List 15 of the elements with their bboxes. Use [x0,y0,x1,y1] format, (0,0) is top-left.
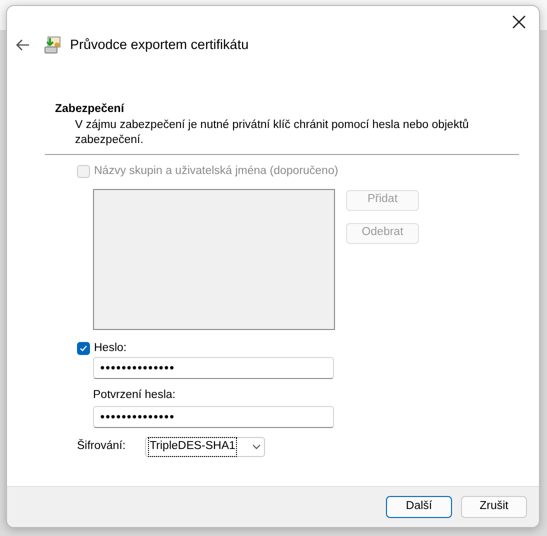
dialog-button[interactable]: Zrušit [461,496,527,518]
checkbox-label[interactable]: Heslo: [94,340,127,357]
back-arrow-icon[interactable] [16,39,30,51]
checkbox[interactable] [77,342,90,355]
window-title: Průvodce exportem certifikátu [70,36,249,54]
section-description: V zájmu zabezpečení je nutné privátní klíč chránit pomocí hesla nebo objektů zabezpečení. [74,118,470,148]
field-label: Šifrování: [77,438,126,454]
chevron-down-icon [252,444,261,450]
certificate-icon [44,36,62,54]
dialog-button[interactable]: Další [386,496,452,518]
encryption-dropdown[interactable]: TripleDES-SHA1 [144,437,265,457]
password-field[interactable]: ●●●●●●●●●●●●●● [93,356,334,379]
password-field[interactable]: ●●●●●●●●●●●●●● [93,406,334,428]
field-label: Potvrzení hesla: [93,388,176,403]
section-heading: Zabezpečení [55,102,126,117]
